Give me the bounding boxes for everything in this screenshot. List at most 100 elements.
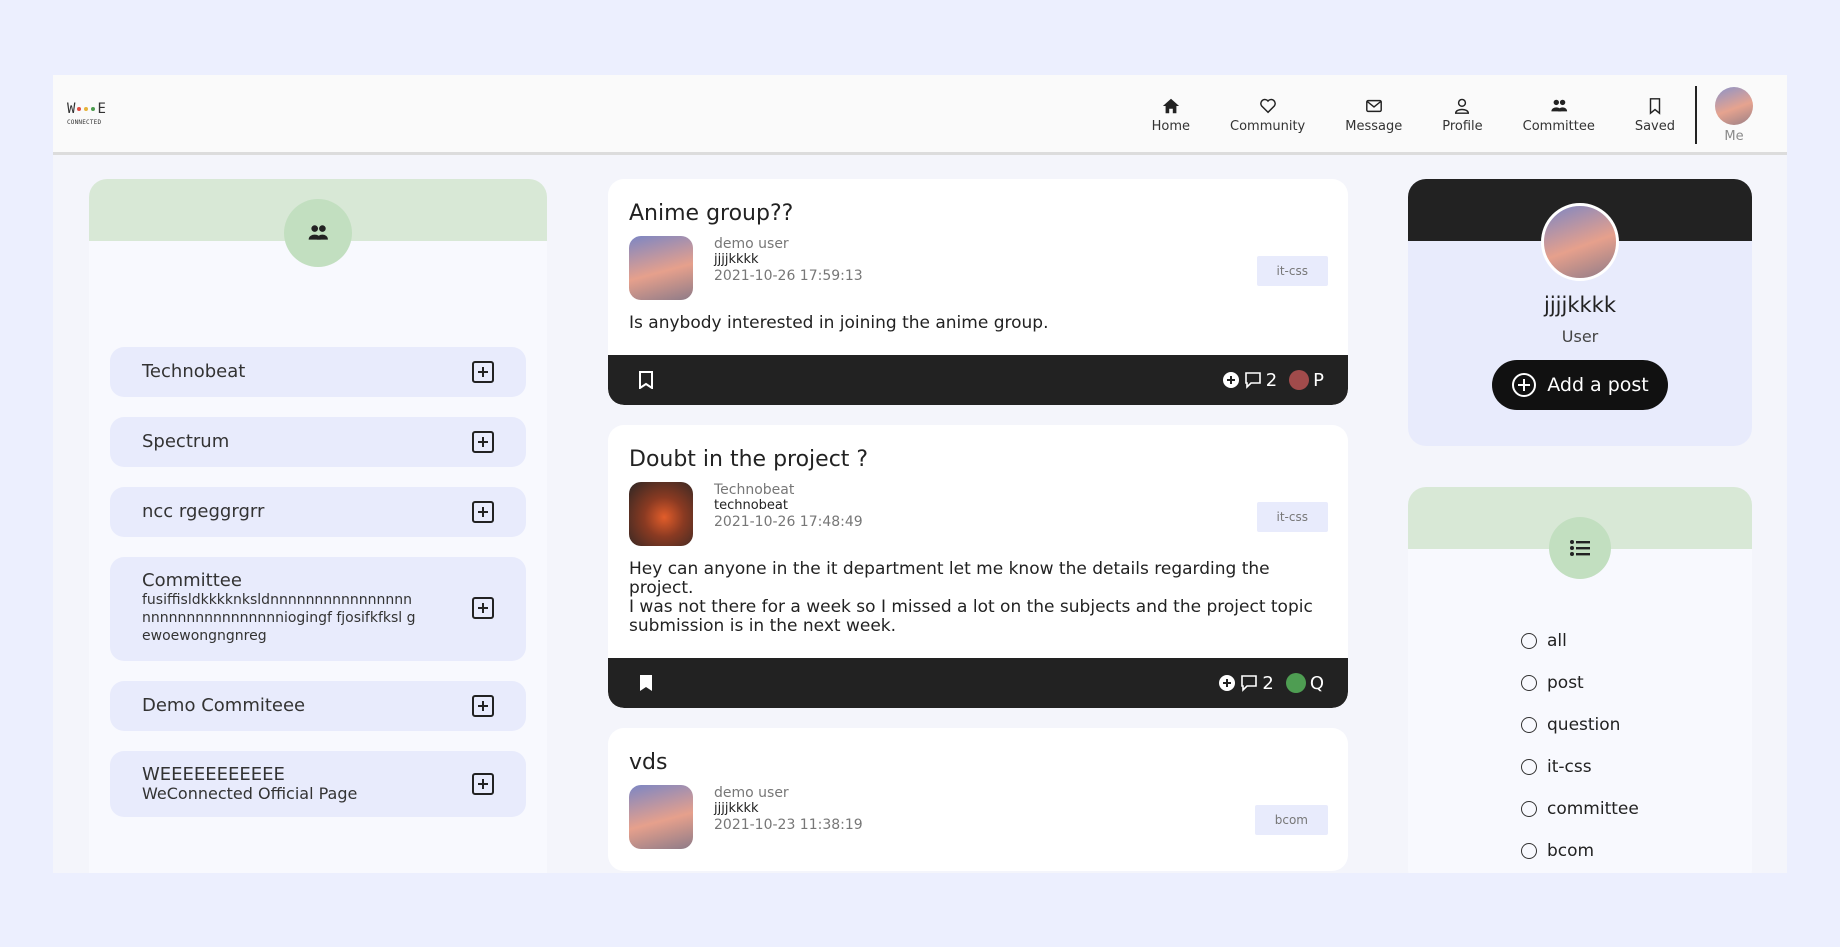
nav-profile-label: Profile: [1442, 118, 1483, 134]
filter-option-label: question: [1547, 715, 1621, 735]
filter-option-label: all: [1547, 631, 1567, 651]
committee-description: WeConnected Official Page: [142, 784, 358, 803]
committee-name: Technobeat: [142, 361, 246, 382]
committee-item[interactable]: Spectrum: [110, 417, 526, 467]
filter-option-bcom[interactable]: bcom: [1521, 830, 1639, 872]
radio-button[interactable]: [1521, 717, 1537, 733]
post-username: technobeat: [714, 498, 788, 513]
add-post-label: Add a post: [1547, 374, 1649, 396]
committees-panel: Technobeat Spectrum ncc rgeggrgrr Commit…: [89, 179, 547, 873]
post-tag[interactable]: bcom: [1254, 805, 1328, 835]
committee-name: Committee: [142, 570, 242, 591]
filter-option-label: it-css: [1547, 757, 1592, 777]
app-window: WE CONNECTED Home Community Message Prof…: [53, 75, 1787, 873]
radio-button[interactable]: [1521, 843, 1537, 859]
filter-panel: all post question it-css committee bcom: [1408, 487, 1752, 873]
filter-option-question[interactable]: question: [1521, 704, 1639, 746]
comment-icon[interactable]: [1240, 674, 1258, 692]
mail-icon: [1365, 99, 1382, 112]
post-author-avatar[interactable]: [629, 482, 693, 546]
radio-button[interactable]: [1521, 759, 1537, 775]
committee-item[interactable]: WEEEEEEEEEEE WeConnected Official Page: [110, 751, 526, 817]
bookmark-filled-icon[interactable]: [638, 674, 654, 692]
post-type-dot: [1289, 370, 1310, 390]
users-icon: [308, 225, 328, 240]
logo[interactable]: WE CONNECTED: [67, 101, 127, 135]
main-nav: Home Community Message Profile Committee…: [1132, 75, 1787, 155]
avatar: [1715, 86, 1753, 125]
nav-me-label: Me: [1724, 128, 1744, 144]
post-title[interactable]: Doubt in the project ?: [629, 447, 1327, 472]
committee-name: ncc rgeggrgrr: [142, 501, 265, 522]
nav-message[interactable]: Message: [1325, 75, 1422, 155]
committee-item[interactable]: Committee fusiffisldkkkknksldnnnnnnnnnnn…: [110, 557, 526, 661]
committee-name: Demo Commiteee: [142, 695, 306, 716]
list-icon: [1570, 540, 1590, 556]
radio-button[interactable]: [1521, 633, 1537, 649]
user-icon: [1455, 98, 1470, 114]
post-type-dot: [1285, 673, 1306, 693]
comment-icon[interactable]: [1244, 371, 1262, 389]
post-tag[interactable]: it-css: [1256, 502, 1328, 532]
nav-home-label: Home: [1151, 118, 1190, 134]
post-author-avatar[interactable]: [629, 785, 693, 849]
bookmark-icon[interactable]: [638, 371, 654, 389]
plus-square-icon[interactable]: [472, 431, 494, 453]
committee-name: WEEEEEEEEEEE: [142, 764, 285, 785]
post-title[interactable]: Anime group??: [629, 201, 1327, 226]
radio-button[interactable]: [1521, 801, 1537, 817]
post-meta: demo user jjjjkkkk 2021-10-26 17:59:13 i…: [629, 236, 1328, 300]
filter-option-committee[interactable]: committee: [1521, 788, 1639, 830]
home-icon: [1162, 98, 1179, 113]
profile-username: jjjjkkkk: [1544, 293, 1616, 317]
plus-square-icon[interactable]: [472, 597, 494, 619]
add-post-button[interactable]: Add a post: [1492, 360, 1668, 410]
profile-role: User: [1561, 327, 1599, 346]
radio-button[interactable]: [1521, 675, 1537, 691]
committee-list: Technobeat Spectrum ncc rgeggrgrr Commit…: [110, 347, 526, 837]
plus-square-icon[interactable]: [472, 695, 494, 717]
nav-community[interactable]: Community: [1210, 75, 1325, 155]
nav-me[interactable]: Me: [1715, 86, 1787, 144]
plus-circle-icon[interactable]: [1222, 371, 1240, 389]
filter-option-it-css[interactable]: it-css: [1521, 746, 1639, 788]
plus-circle-icon[interactable]: [1218, 674, 1236, 692]
committee-item[interactable]: ncc rgeggrgrr: [110, 487, 526, 537]
users-icon: [1551, 99, 1567, 111]
filter-option-label: post: [1547, 673, 1584, 693]
post-username: jjjjkkkk: [714, 801, 759, 816]
post-body: Hey can anyone in the it department let …: [629, 559, 1313, 636]
post-meta: Technobeat technobeat 2021-10-26 17:48:4…: [629, 482, 1328, 546]
nav-home[interactable]: Home: [1132, 75, 1210, 155]
plus-square-icon[interactable]: [472, 773, 494, 795]
committees-badge: [284, 199, 352, 267]
nav-profile[interactable]: Profile: [1422, 75, 1502, 155]
filter-option-label: bcom: [1547, 841, 1595, 861]
filter-option-post[interactable]: post: [1521, 662, 1639, 704]
post-community: demo user: [714, 236, 789, 252]
committee-item[interactable]: Demo Commiteee: [110, 681, 526, 731]
filter-badge: [1549, 517, 1611, 579]
logo-subtitle: CONNECTED: [67, 119, 102, 126]
nav-message-label: Message: [1345, 118, 1403, 134]
post-body: Is anybody interested in joining the ani…: [629, 313, 1049, 333]
plus-square-icon[interactable]: [472, 501, 494, 523]
committee-name: Spectrum: [142, 431, 230, 452]
filter-option-all[interactable]: all: [1521, 620, 1639, 662]
post-tag[interactable]: it-css: [1256, 256, 1328, 286]
post-feed: Anime group?? demo user jjjjkkkk 2021-10…: [608, 179, 1348, 873]
post-meta: demo user jjjjkkkk 2021-10-23 11:38:19 b…: [629, 785, 1328, 849]
nav-saved[interactable]: Saved: [1615, 75, 1695, 155]
heart-icon: [1259, 98, 1276, 113]
nav-committee[interactable]: Committee: [1503, 75, 1615, 155]
committee-item[interactable]: Technobeat: [110, 347, 526, 397]
profile-avatar[interactable]: [1541, 203, 1619, 281]
post-author-avatar[interactable]: [629, 236, 693, 300]
committee-description: fusiffisldkkkknksldnnnnnnnnnnnnnnnn nnnn…: [142, 592, 416, 644]
profile-card: jjjjkkkk User Add a post: [1408, 179, 1752, 446]
post-title[interactable]: vds: [629, 750, 1327, 775]
plus-square-icon[interactable]: [472, 361, 494, 383]
post-card: vds demo user jjjjkkkk 2021-10-23 11:38:…: [608, 728, 1348, 871]
filter-option-label: committee: [1547, 799, 1639, 819]
plus-circle-icon: [1512, 373, 1537, 397]
